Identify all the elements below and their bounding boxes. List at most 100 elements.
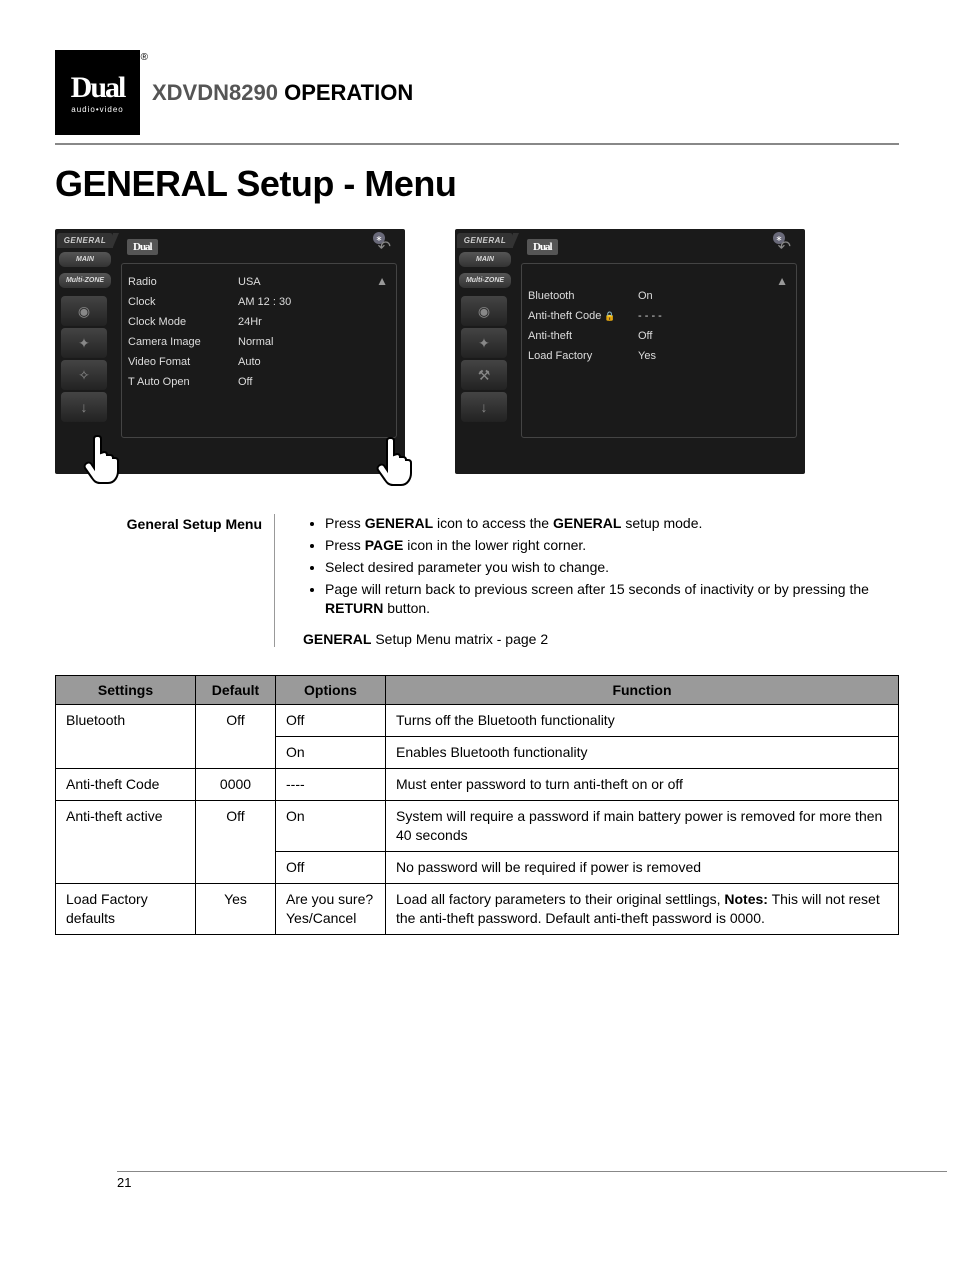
screen1-sidebar: GENERAL MAIN Multi-ZONE ◉ ✦ ✧ ↓: [55, 229, 113, 474]
dual-badge: Dual: [527, 239, 558, 255]
row-value: Yes: [638, 350, 790, 362]
screenshots-row: ∗ GENERAL MAIN Multi-ZONE ◉ ✦ ✧ ↓ Dual ↶…: [55, 229, 899, 474]
table-row: Anti-theft Code 0000 ---- Must enter pas…: [56, 769, 899, 801]
screen2-main: Dual ↶ ▲ BluetoothOn Anti-theft Code🔒- -…: [513, 229, 805, 474]
tab-main[interactable]: MAIN: [59, 252, 111, 267]
table-row: Load Factory defaults Yes Are you sure? …: [56, 883, 899, 934]
screen1-main: Dual ↶ ▲ RadioUSA ClockAM 12 : 30 Clock …: [113, 229, 405, 474]
list-item[interactable]: ClockAM 12 : 30: [128, 292, 390, 312]
row-value: 24Hr: [238, 316, 390, 328]
cell-function: Must enter password to turn anti-theft o…: [386, 769, 899, 801]
cell-option: Off: [276, 705, 386, 737]
row-label: Radio: [128, 276, 238, 288]
tab-main[interactable]: MAIN: [459, 252, 511, 267]
globe-icon[interactable]: ✦: [461, 328, 507, 358]
logo-sub-text: audio•video: [71, 105, 124, 114]
screen2-sidebar: GENERAL MAIN Multi-ZONE ◉ ✦ ⚒ ↓: [455, 229, 513, 474]
logo-main-text: Dual: [71, 71, 125, 105]
cell-function: Enables Bluetooth functionality: [386, 737, 899, 769]
globe-icon[interactable]: ✦: [61, 328, 107, 358]
screenshot-2: ∗ GENERAL MAIN Multi-ZONE ◉ ✦ ⚒ ↓ Dual ↶…: [455, 229, 805, 474]
header-divider: [55, 143, 899, 145]
instruction-item: Select desired parameter you wish to cha…: [325, 558, 899, 577]
cell-function: No password will be required if power is…: [386, 851, 899, 883]
row-value: - - - -: [638, 310, 790, 322]
col-options: Options: [276, 676, 386, 705]
list-item[interactable]: Clock Mode24Hr: [128, 312, 390, 332]
row-label: Bluetooth: [528, 290, 638, 302]
back-arrow-icon[interactable]: ↶: [778, 237, 791, 257]
screen2-topbar: Dual ↶: [521, 235, 797, 259]
row-label: Anti-theft: [528, 330, 638, 342]
instruction-item: Press GENERAL icon to access the GENERAL…: [325, 514, 899, 533]
scroll-up-icon[interactable]: ▲: [776, 274, 788, 288]
cell-setting: Anti-theft Code: [56, 769, 196, 801]
cell-default: 0000: [196, 769, 276, 801]
header-title: XDVDN8290 OPERATION: [152, 80, 413, 106]
tools-icon[interactable]: ✧: [61, 360, 107, 390]
description-body: Press GENERAL icon to access the GENERAL…: [303, 514, 899, 647]
list-item[interactable]: RadioUSA: [128, 272, 390, 292]
cell-option: On: [276, 737, 386, 769]
row-value: AM 12 : 30: [238, 296, 390, 308]
list-item[interactable]: Anti-theftOff: [528, 326, 790, 346]
row-label: Clock: [128, 296, 238, 308]
list-item[interactable]: Load FactoryYes: [528, 346, 790, 366]
tab-multizone[interactable]: Multi-ZONE: [459, 273, 511, 288]
header-strong: OPERATION: [284, 80, 413, 105]
row-value: Auto: [238, 356, 390, 368]
list-item[interactable]: BluetoothOn: [528, 286, 790, 306]
list-item[interactable]: Camera ImageNormal: [128, 332, 390, 352]
row-value: Normal: [238, 336, 390, 348]
cell-option: Are you sure? Yes/Cancel: [276, 883, 386, 934]
cell-option: Off: [276, 851, 386, 883]
sidebar-icons: ◉ ✦ ⚒ ↓: [457, 296, 513, 422]
tools-icon[interactable]: ⚒: [461, 360, 507, 390]
instruction-list: Press GENERAL icon to access the GENERAL…: [303, 514, 899, 617]
table-row: Bluetooth Off Off Turns off the Bluetoot…: [56, 705, 899, 737]
screen1-topbar: Dual ↶: [121, 235, 397, 259]
tab-general[interactable]: GENERAL: [57, 233, 113, 248]
list-item[interactable]: T Auto OpenOff: [128, 372, 390, 392]
settings-table: Settings Default Options Function Blueto…: [55, 675, 899, 934]
model-number: XDVDN8290: [152, 80, 278, 105]
list-item[interactable]: Anti-theft Code🔒- - - -: [528, 306, 790, 326]
cell-default: Yes: [196, 883, 276, 934]
row-label: Anti-theft Code🔒: [528, 310, 638, 322]
download-icon[interactable]: ↓: [461, 392, 507, 422]
tab-general[interactable]: GENERAL: [457, 233, 513, 248]
col-default: Default: [196, 676, 276, 705]
download-icon[interactable]: ↓: [61, 392, 107, 422]
cell-function: System will require a password if main b…: [386, 801, 899, 852]
page-title: GENERAL Setup - Menu: [55, 163, 899, 205]
scroll-up-icon[interactable]: ▲: [376, 274, 388, 288]
cell-option: ----: [276, 769, 386, 801]
row-value: USA: [238, 276, 390, 288]
row-label: Camera Image: [128, 336, 238, 348]
row-label: T Auto Open: [128, 376, 238, 388]
table-header-row: Settings Default Options Function: [56, 676, 899, 705]
cell-option: On: [276, 801, 386, 852]
instruction-item: Page will return back to previous screen…: [325, 580, 899, 618]
registered-mark: ®: [141, 52, 148, 63]
disc-icon[interactable]: ◉: [461, 296, 507, 326]
tab-multizone[interactable]: Multi-ZONE: [59, 273, 111, 288]
cell-function: Turns off the Bluetooth functionality: [386, 705, 899, 737]
table-row: Anti-theft active Off On System will req…: [56, 801, 899, 852]
instruction-item: Press PAGE icon in the lower right corne…: [325, 536, 899, 555]
screen2-list: ▲ BluetoothOn Anti-theft Code🔒- - - - An…: [521, 263, 797, 438]
screen1-list: ▲ RadioUSA ClockAM 12 : 30 Clock Mode24H…: [121, 263, 397, 438]
cell-default: Off: [196, 801, 276, 884]
row-value: On: [638, 290, 790, 302]
cell-default: Off: [196, 705, 276, 769]
row-label: Video Fomat: [128, 356, 238, 368]
cell-function: Load all factory parameters to their ori…: [386, 883, 899, 934]
screenshot-1: ∗ GENERAL MAIN Multi-ZONE ◉ ✦ ✧ ↓ Dual ↶…: [55, 229, 405, 474]
disc-icon[interactable]: ◉: [61, 296, 107, 326]
back-arrow-icon[interactable]: ↶: [378, 237, 391, 257]
description-label: General Setup Menu: [125, 514, 275, 647]
header: ® Dual audio•video XDVDN8290 OPERATION: [55, 50, 899, 135]
list-item[interactable]: Video FomatAuto: [128, 352, 390, 372]
row-value: Off: [238, 376, 390, 388]
row-label: Clock Mode: [128, 316, 238, 328]
